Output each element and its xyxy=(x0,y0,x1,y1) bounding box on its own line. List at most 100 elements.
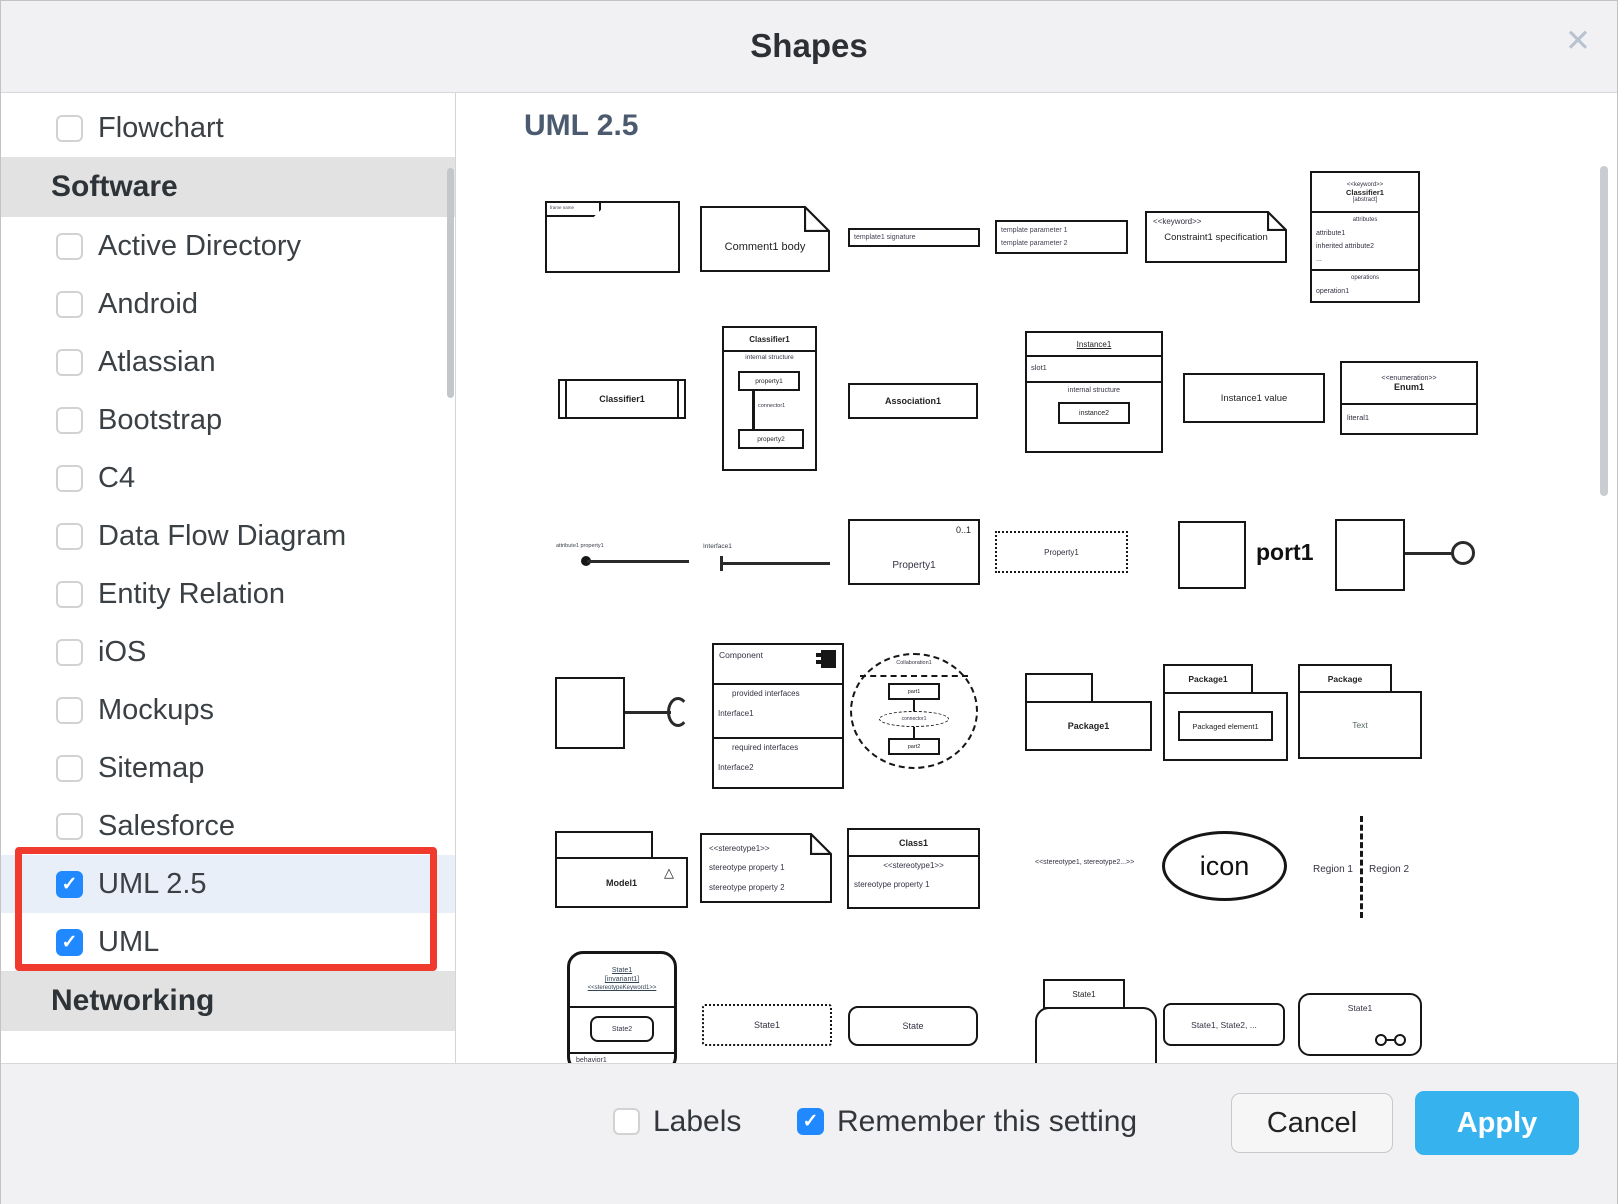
shape-state-list: State1, State2, ... xyxy=(1163,1003,1285,1046)
labels-label: Labels xyxy=(653,1105,741,1139)
apply-button[interactable]: Apply xyxy=(1415,1091,1579,1155)
checkbox[interactable] xyxy=(56,523,83,550)
folded-corner-icon xyxy=(804,206,830,232)
port-label: port1 xyxy=(1256,539,1314,566)
shape-template-parameters: template parameter 1 template parameter … xyxy=(995,220,1128,254)
checkbox[interactable] xyxy=(56,349,83,376)
checkbox[interactable] xyxy=(56,115,83,142)
shape-property-bounded: 0..1 Property1 xyxy=(848,519,980,585)
sidebar-scrollbar-thumb[interactable] xyxy=(447,168,454,398)
dialog-header: Shapes ✕ xyxy=(1,1,1617,93)
shape-enumeration: <<enumeration>> Enum1 literal1 xyxy=(1340,361,1478,435)
sidebar-item-label: Salesforce xyxy=(98,810,235,843)
sidebar-item-uml[interactable]: ✓ UML xyxy=(1,913,455,971)
checkbox[interactable] xyxy=(56,639,83,666)
sidebar-item-label: Mockups xyxy=(98,694,214,727)
sidebar-item-entity-relation[interactable]: Entity Relation xyxy=(1,565,455,623)
checkbox[interactable] xyxy=(56,407,83,434)
shape-stereotype-text: <<stereotype1, stereotype2...>> xyxy=(1035,859,1134,866)
dialog-title: Shapes xyxy=(1,1,1617,91)
folded-corner-icon xyxy=(810,833,832,855)
shape-class-stereotyped: Class1 <<stereotype1>> stereotype proper… xyxy=(847,828,980,909)
sidebar-item-sitemap[interactable]: Sitemap xyxy=(1,739,455,797)
shape-preview-panel: UML 2.5 frame name Comment1 body templat… xyxy=(456,93,1617,1063)
triangle-icon: △ xyxy=(664,865,674,881)
shape-instance: Instance1 slot1 internal structure insta… xyxy=(1025,331,1163,453)
check-icon: ✓ xyxy=(803,1112,819,1131)
shape-classifier-structure: Classifier1 internal structure property1… xyxy=(722,326,817,471)
sidebar-item-label: Entity Relation xyxy=(98,578,285,611)
sidebar-item-label: UML 2.5 xyxy=(98,868,207,901)
shape-constraint: <<keyword>> Constraint1 specification xyxy=(1145,211,1287,263)
shape-state-dashed: State1 xyxy=(702,1004,832,1046)
checkbox[interactable] xyxy=(56,233,83,260)
shape-component: Component provided interfaces Interface1… xyxy=(712,643,844,789)
shape-library-sidebar: Flowchart Software Active Directory Andr… xyxy=(1,93,456,1063)
sidebar-item-mockups[interactable]: Mockups xyxy=(1,681,455,739)
shape-state-submachine: State1 xyxy=(1298,993,1422,1056)
component-icon xyxy=(821,650,836,668)
sidebar-item-c4[interactable]: C4 xyxy=(1,449,455,507)
check-icon: ✓ xyxy=(62,933,78,952)
sidebar-item-label: iOS xyxy=(98,636,146,669)
panel-scrollbar-thumb[interactable] xyxy=(1600,166,1608,496)
checkbox[interactable] xyxy=(56,581,83,608)
shape-icon-ellipse: icon xyxy=(1162,831,1287,901)
shape-comment: Comment1 body xyxy=(700,206,830,272)
section-header-software: Software xyxy=(1,157,455,217)
sidebar-item-label: UML xyxy=(98,926,159,959)
submachine-icon xyxy=(1375,1034,1406,1046)
sidebar-item-active-directory[interactable]: Active Directory xyxy=(1,217,455,275)
shape-model: Model1 △ xyxy=(555,831,688,908)
shape-classifier-simple: Classifier1 xyxy=(558,379,686,419)
checkbox[interactable] xyxy=(56,813,83,840)
check-icon: ✓ xyxy=(62,875,78,894)
shape-state-plain: State xyxy=(848,1006,978,1046)
labels-checkbox[interactable] xyxy=(613,1108,640,1135)
shape-attribute-line: attribute1 property1 xyxy=(552,543,702,569)
sidebar-item-label: Android xyxy=(98,288,198,321)
sidebar-item-label: Active Directory xyxy=(98,230,301,263)
shape-state-tab: State1 xyxy=(1035,979,1157,1063)
checkbox-checked[interactable]: ✓ xyxy=(56,871,83,898)
shape-template-signature: template1 signature xyxy=(848,228,980,247)
section-header-networking: Networking xyxy=(1,971,455,1031)
sidebar-item-data-flow-diagram[interactable]: Data Flow Diagram xyxy=(1,507,455,565)
shape-frame: frame name xyxy=(545,201,680,273)
sidebar-item-label: Data Flow Diagram xyxy=(98,520,346,553)
shape-classifier-detail: <<keyword>> Classifier1 [abstract] attri… xyxy=(1310,171,1420,303)
shape-regions: Region 1 Region 2 xyxy=(1301,816,1471,918)
sidebar-item-atlassian[interactable]: Atlassian xyxy=(1,333,455,391)
checkbox[interactable] xyxy=(56,465,83,492)
checkbox-checked[interactable]: ✓ xyxy=(56,929,83,956)
shape-port-provided xyxy=(1335,519,1505,595)
shape-property-dashed: Property1 xyxy=(995,531,1128,573)
shape-port-square xyxy=(1178,521,1246,589)
dialog-body: Flowchart Software Active Directory Andr… xyxy=(1,93,1617,1063)
shape-package-simple: Package1 xyxy=(1025,673,1152,751)
remember-setting-label: Remember this setting xyxy=(837,1105,1137,1139)
shape-port-required xyxy=(555,677,705,757)
dialog-footer: Labels ✓ Remember this setting Cancel Ap… xyxy=(1,1063,1617,1204)
sidebar-item-bootstrap[interactable]: Bootstrap xyxy=(1,391,455,449)
sidebar-item-flowchart[interactable]: Flowchart xyxy=(1,99,455,157)
checkbox[interactable] xyxy=(56,755,83,782)
sidebar-item-label: Sitemap xyxy=(98,752,204,785)
checkbox[interactable] xyxy=(56,291,83,318)
shape-composite-state: State1 [invariant1] <<stereotypeKeyword1… xyxy=(567,951,677,1063)
sidebar-item-salesforce[interactable]: Salesforce xyxy=(1,797,455,855)
section-label: Networking xyxy=(51,984,214,1018)
cancel-button[interactable]: Cancel xyxy=(1231,1093,1393,1153)
shape-association: Association1 xyxy=(848,383,978,419)
shapes-dialog: Shapes ✕ Flowchart Software Active Direc… xyxy=(0,0,1618,1204)
checkbox[interactable] xyxy=(56,697,83,724)
close-icon[interactable]: ✕ xyxy=(1565,25,1591,56)
sidebar-item-ios[interactable]: iOS xyxy=(1,623,455,681)
sidebar-item-uml-25[interactable]: ✓ UML 2.5 xyxy=(1,855,455,913)
folded-corner-icon xyxy=(1267,211,1287,231)
preview-heading: UML 2.5 xyxy=(524,109,638,143)
sidebar-item-label: Atlassian xyxy=(98,346,216,379)
remember-setting-checkbox[interactable]: ✓ xyxy=(797,1108,824,1135)
sidebar-item-label: C4 xyxy=(98,462,135,495)
sidebar-item-android[interactable]: Android xyxy=(1,275,455,333)
